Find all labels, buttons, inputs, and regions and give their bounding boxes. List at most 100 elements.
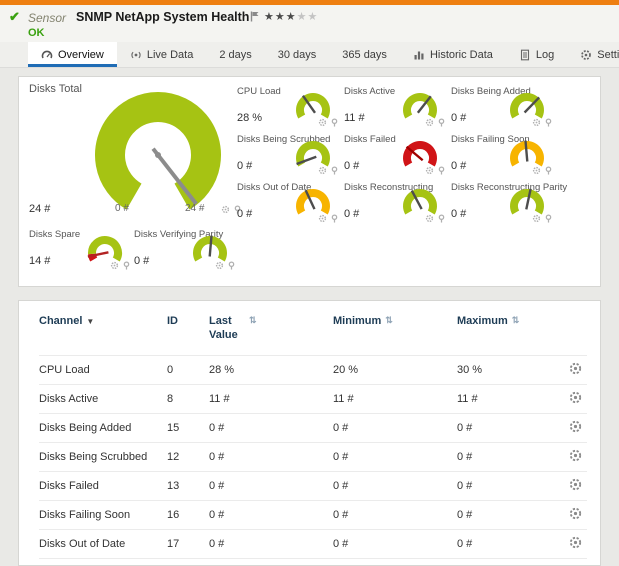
stars-empty: ★★	[297, 11, 319, 23]
gauge-settings-icon[interactable]	[425, 166, 434, 175]
gauge-value: 0 #	[237, 208, 252, 220]
channel-settings-button[interactable]	[568, 535, 583, 550]
column-header-maximum[interactable]: Maximum⇅	[457, 311, 543, 355]
gauge-action-icons	[215, 261, 236, 270]
channel-last-value: 11 #	[209, 384, 333, 413]
channel-maximum: 0 #	[457, 500, 543, 529]
channel-settings-button[interactable]	[568, 419, 583, 434]
gauge-pin-icon[interactable]	[544, 118, 553, 127]
channel-last-value: 0 #	[209, 471, 333, 500]
tab-label: Log	[536, 49, 554, 61]
gauges-panel: Disks Total 24 # 0 # 24 # CPU Load28 %Di…	[18, 76, 601, 287]
column-header-channel[interactable]: Channel▼	[39, 311, 167, 355]
tab-bar: Overview Live Data 2 days 30 days 365 da…	[0, 42, 619, 68]
stars-filled: ★★★	[264, 11, 297, 23]
gauge-pin-icon[interactable]	[330, 214, 339, 223]
channel-maximum: 11 #	[457, 384, 543, 413]
gauge-pin-icon[interactable]	[544, 166, 553, 175]
gauge-value: 0 #	[237, 160, 252, 172]
gauge-action-icons	[318, 118, 339, 127]
gauge-pin-icon[interactable]	[437, 166, 446, 175]
historic-data-chart-icon	[413, 49, 425, 61]
gauge-tile: Disks Failed0 #	[344, 134, 448, 180]
channel-maximum: 0 #	[457, 529, 543, 558]
sort-desc-icon: ▼	[86, 317, 94, 326]
channel-maximum: 0 #	[457, 413, 543, 442]
tab-log[interactable]: Log	[506, 42, 567, 67]
gauge-value: 0 #	[344, 208, 359, 220]
gauge-action-icons	[425, 118, 446, 127]
gauge-settings-icon[interactable]	[318, 118, 327, 127]
gauge-action-icons	[318, 214, 339, 223]
gauge-pin-icon[interactable]	[227, 261, 236, 270]
channel-settings-button[interactable]	[568, 477, 583, 492]
prtg-sensor-page: ✔ Sensor SNMP NetApp System Health ★★★★★…	[0, 0, 619, 566]
channel-settings-button[interactable]	[568, 506, 583, 521]
channel-settings-button[interactable]	[568, 361, 583, 376]
channel-settings-button[interactable]	[568, 390, 583, 405]
gauge-pin-icon[interactable]	[122, 261, 131, 270]
channel-last-value: 28 %	[209, 355, 333, 384]
channel-last-value: 0 #	[209, 500, 333, 529]
tab-label: 365 days	[342, 49, 387, 61]
gauge-value: 0 #	[344, 160, 359, 172]
column-label: Minimum	[333, 315, 381, 327]
channel-settings-button[interactable]	[568, 448, 583, 463]
gauge-pin-icon[interactable]	[437, 214, 446, 223]
gauge-settings-icon[interactable]	[532, 118, 541, 127]
gauge-settings-icon[interactable]	[425, 214, 434, 223]
gauge-value: 28 %	[237, 112, 262, 124]
gauge-action-icons	[110, 261, 131, 270]
tab-label: Settings	[597, 49, 619, 61]
tab-overview[interactable]: Overview	[28, 42, 117, 67]
column-header-last-value[interactable]: Last Value⇅	[209, 311, 333, 355]
channel-name: Disks Active	[39, 384, 167, 413]
gauge-tile: Disks Spare14 #	[29, 229, 133, 275]
column-label: ID	[167, 315, 178, 327]
sort-icon: ⇅	[385, 315, 393, 325]
column-header-actions	[543, 311, 587, 355]
channel-actions-cell	[543, 384, 587, 413]
gauge-value: 0 #	[451, 112, 466, 124]
gauge-settings-icon[interactable]	[318, 214, 327, 223]
channel-maximum: 0 #	[457, 558, 543, 566]
channel-name: Disks Being Added	[39, 413, 167, 442]
channel-gear-icon	[568, 535, 583, 550]
gauge-title: Disks Total	[29, 83, 82, 95]
channel-minimum: 0 #	[333, 413, 457, 442]
channel-minimum: 0 #	[333, 529, 457, 558]
tab-live-data[interactable]: Live Data	[117, 42, 206, 67]
tab-settings[interactable]: Settings	[567, 42, 619, 67]
channel-id: 13	[167, 471, 209, 500]
channel-actions-cell	[543, 471, 587, 500]
priority-flag-icon[interactable]	[250, 11, 259, 22]
channel-gear-icon	[568, 477, 583, 492]
gauge-pin-icon[interactable]	[330, 118, 339, 127]
gauge-action-icons	[532, 118, 553, 127]
gauge-pin-icon[interactable]	[330, 166, 339, 175]
table-row: Disks Reconstructing90 #0 #0 #	[39, 558, 587, 566]
tab-365-days[interactable]: 365 days	[329, 42, 400, 67]
column-header-id[interactable]: ID	[167, 311, 209, 355]
column-header-minimum[interactable]: Minimum ⇅	[333, 311, 457, 355]
gauge-pin-icon[interactable]	[544, 214, 553, 223]
tab-historic-data[interactable]: Historic Data	[400, 42, 506, 67]
channel-id: 0	[167, 355, 209, 384]
gauge-tile: Disks Reconstructing Parity0 #	[451, 182, 555, 228]
gauge-settings-icon[interactable]	[532, 166, 541, 175]
gauge-settings-icon[interactable]	[215, 261, 224, 270]
priority-stars[interactable]: ★★★★★	[264, 10, 318, 23]
tab-30-days[interactable]: 30 days	[265, 42, 330, 67]
channel-gear-icon	[568, 506, 583, 521]
gauge-settings-icon[interactable]	[110, 261, 119, 270]
channel-actions-cell	[543, 500, 587, 529]
tab-2-days[interactable]: 2 days	[206, 42, 264, 67]
gauge-settings-icon[interactable]	[221, 205, 230, 214]
tab-label: Overview	[58, 49, 104, 61]
channel-gear-icon	[568, 419, 583, 434]
gauge-settings-icon[interactable]	[532, 214, 541, 223]
gauge-pin-icon[interactable]	[437, 118, 446, 127]
gauge-settings-icon[interactable]	[318, 166, 327, 175]
gauge-settings-icon[interactable]	[425, 118, 434, 127]
channel-maximum: 0 #	[457, 442, 543, 471]
